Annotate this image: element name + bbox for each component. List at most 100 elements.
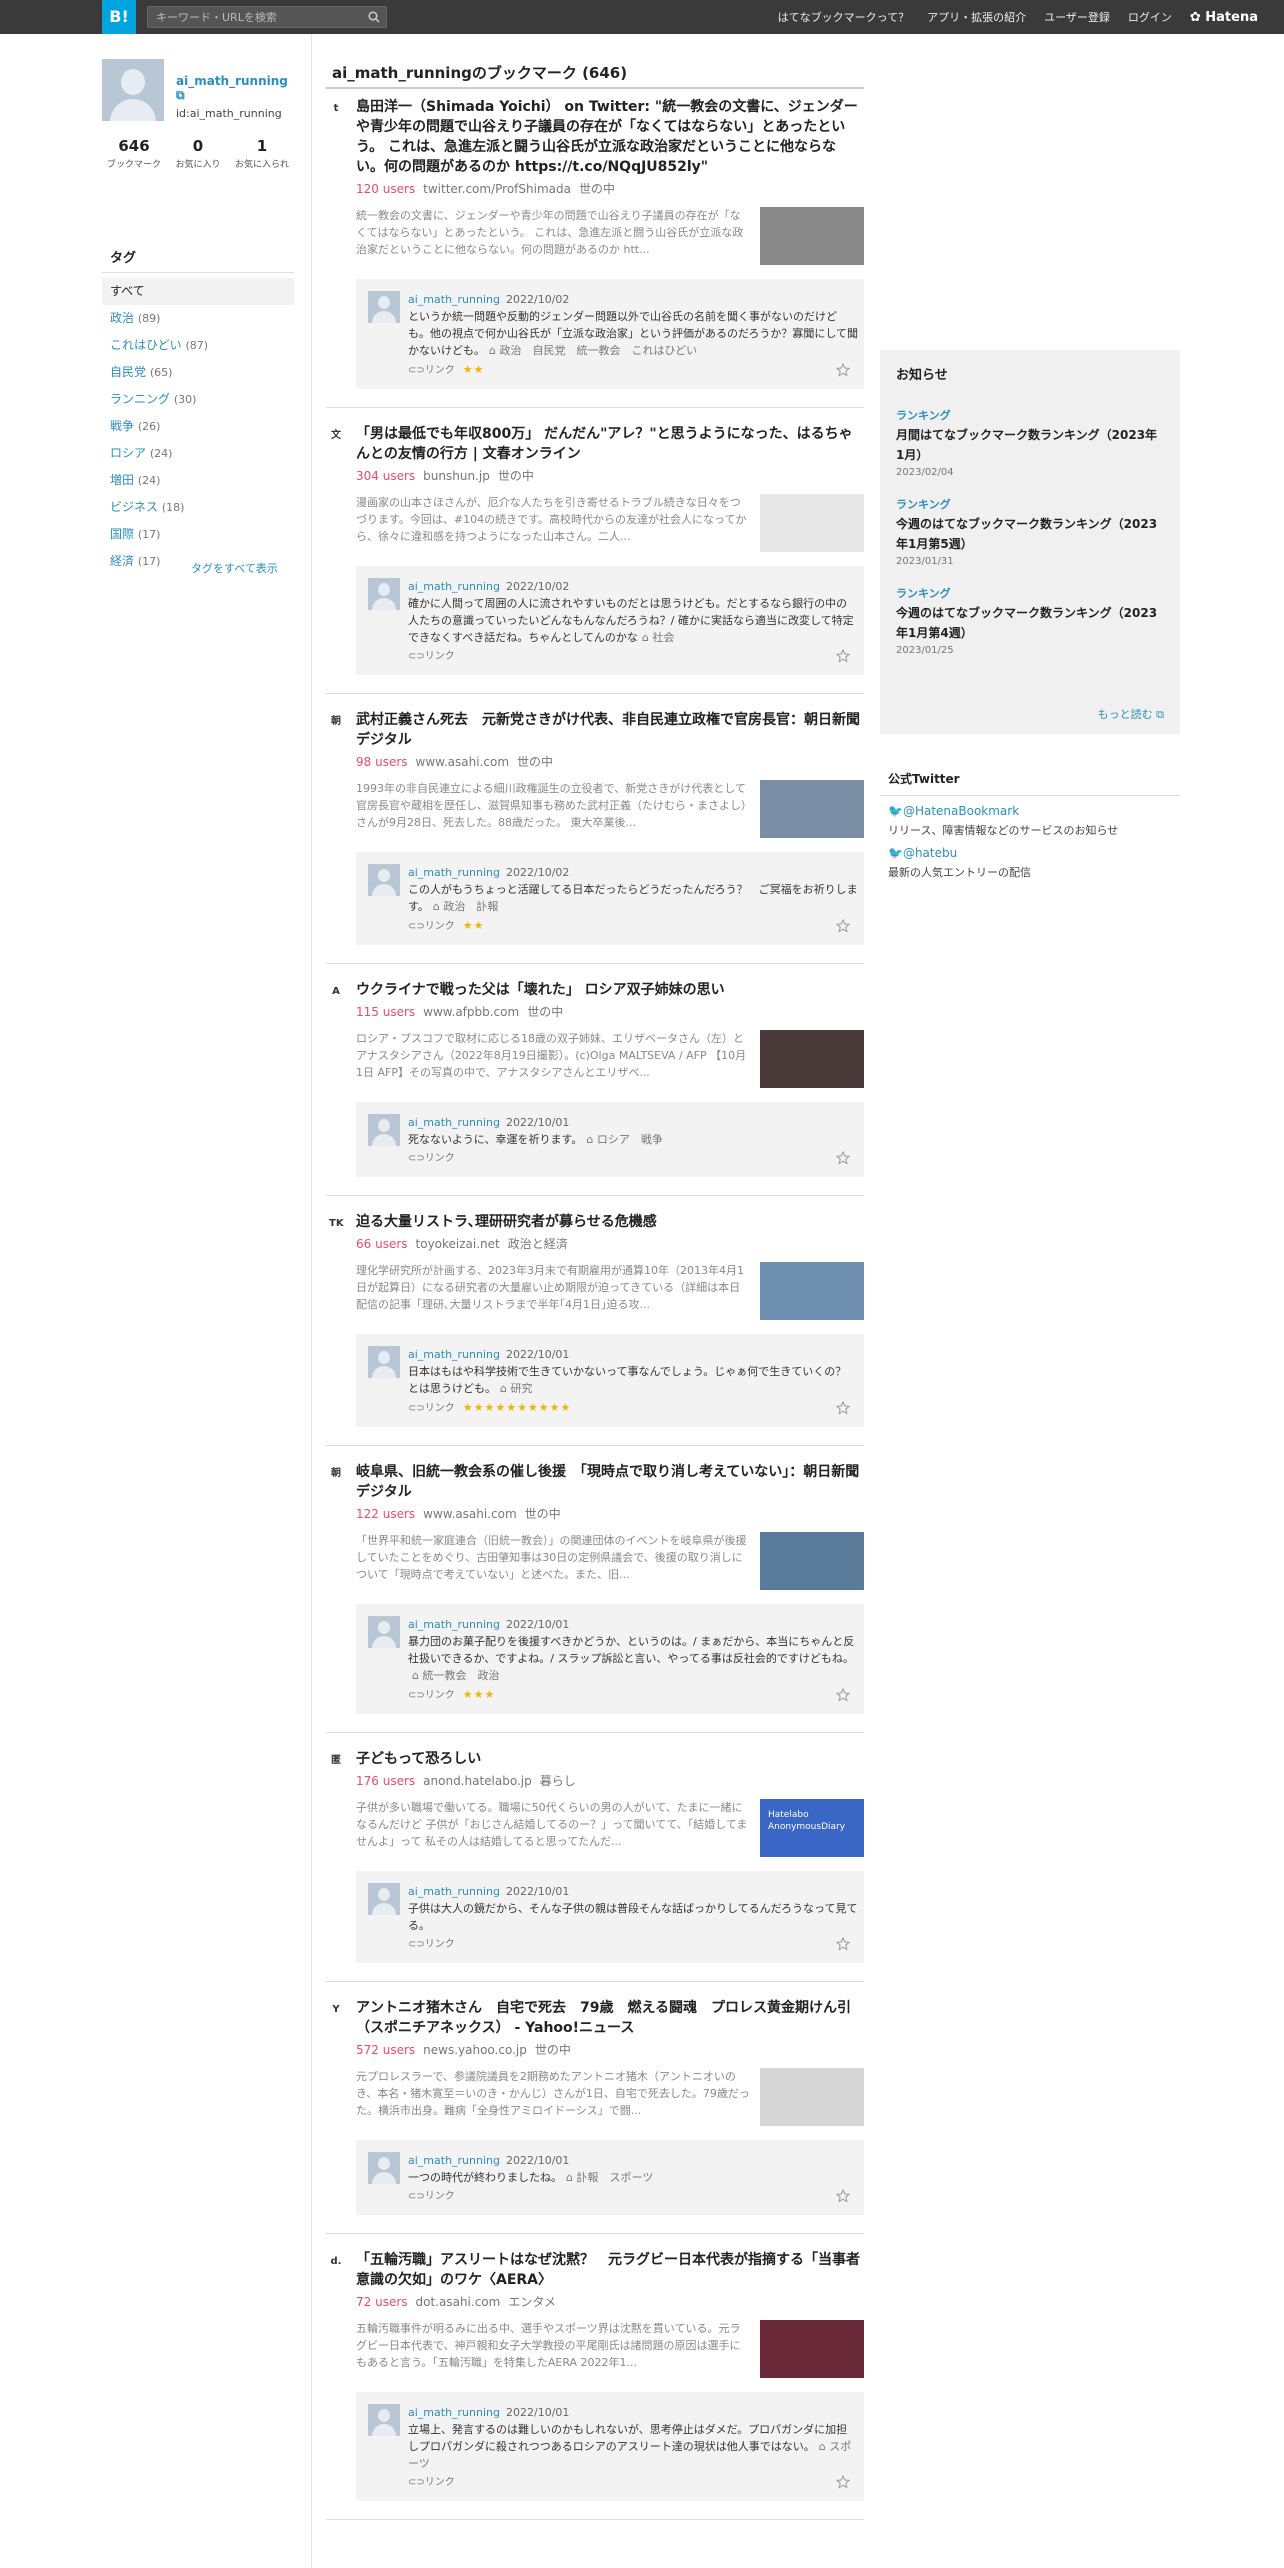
- tag-link[interactable]: ビジネス: [110, 500, 158, 514]
- bookmark-user[interactable]: ai_math_running: [408, 1618, 500, 1631]
- avatar[interactable]: [368, 578, 400, 610]
- entry-users[interactable]: 115 users: [356, 1005, 415, 1019]
- search-icon[interactable]: [368, 11, 380, 23]
- avatar[interactable]: [368, 864, 400, 896]
- tag-item[interactable]: 自民党 (65): [102, 359, 294, 386]
- add-star-icon[interactable]: [836, 919, 850, 933]
- bookmark-date[interactable]: 2022/10/02: [506, 580, 569, 593]
- entry-thumbnail[interactable]: Hatelabo AnonymousDiary: [760, 1799, 864, 1857]
- search-input[interactable]: [148, 7, 348, 27]
- news-more-label[interactable]: もっと読む: [1098, 708, 1153, 721]
- news-category[interactable]: ランキング: [896, 585, 1164, 601]
- bookmark-tags-text[interactable]: 社会: [652, 631, 674, 644]
- entry-domain[interactable]: www.asahi.com: [423, 1507, 517, 1521]
- entry-thumbnail[interactable]: [760, 1030, 864, 1088]
- entry-thumbnail[interactable]: [760, 780, 864, 838]
- entry-thumbnail[interactable]: [760, 1532, 864, 1590]
- star-rating[interactable]: ★★: [463, 919, 485, 932]
- tag-item[interactable]: ビジネス (18): [102, 494, 294, 521]
- tag-item[interactable]: これはひどい (87): [102, 332, 294, 359]
- link-label[interactable]: リンク: [425, 921, 455, 932]
- add-star-icon[interactable]: [836, 2475, 850, 2489]
- bookmark-date[interactable]: 2022/10/01: [506, 1885, 569, 1898]
- tag-item[interactable]: 政治 (89): [102, 305, 294, 332]
- bookmark-user[interactable]: ai_math_running: [408, 2406, 500, 2419]
- entry-users[interactable]: 304 users: [356, 469, 415, 483]
- entry-category[interactable]: 世の中: [527, 1005, 563, 1019]
- star-rating[interactable]: ★★★★★★★★★★: [463, 1401, 572, 1414]
- link-label[interactable]: リンク: [425, 2477, 455, 2488]
- hatena-bookmark-logo[interactable]: B!: [102, 0, 136, 34]
- bookmark-user[interactable]: ai_math_running: [408, 2154, 500, 2167]
- entry-title[interactable]: 島田洋一（Shimada Yoichi） on Twitter: "統一教会の文…: [356, 97, 864, 177]
- entry-users[interactable]: 120 users: [356, 182, 415, 196]
- tag-link[interactable]: 国際: [110, 527, 134, 541]
- entry-domain[interactable]: twitter.com/ProfShimada: [423, 182, 571, 196]
- news-category[interactable]: ランキング: [896, 407, 1164, 423]
- twitter-handle[interactable]: @HatenaBookmark: [903, 804, 1019, 818]
- entry-title[interactable]: アントニオ猪木さん 自宅で死去 79歳 燃える闘魂 プロレス黄金期けん引（スポニ…: [356, 1998, 864, 2038]
- bookmark-tags-text[interactable]: 訃報 スポーツ: [576, 2171, 653, 2184]
- bookmark-date[interactable]: 2022/10/02: [506, 866, 569, 879]
- entry-users[interactable]: 572 users: [356, 2043, 415, 2057]
- tag-link[interactable]: 政治: [110, 311, 134, 325]
- bookmark-tags[interactable]: ⌂ ロシア 戦争: [586, 1133, 662, 1146]
- link-label[interactable]: リンク: [425, 2191, 455, 2202]
- nav-register[interactable]: ユーザー登録: [1044, 9, 1110, 25]
- twitter-handle-link[interactable]: 🐦@HatenaBookmark: [888, 804, 1172, 818]
- entry-domain[interactable]: bunshun.jp: [423, 469, 490, 483]
- bookmark-user[interactable]: ai_math_running: [408, 580, 500, 593]
- bookmark-date[interactable]: 2022/10/01: [506, 2406, 569, 2419]
- entry-domain[interactable]: news.yahoo.co.jp: [423, 2043, 527, 2057]
- tag-link[interactable]: 経済: [110, 554, 134, 568]
- bookmark-date[interactable]: 2022/10/01: [506, 1116, 569, 1129]
- link-button[interactable]: ⊂⊃リンク: [408, 1936, 852, 1953]
- entry-title[interactable]: 「男は最低でも年収800万」 だんだん"アレ？"と思うようになった、はるちゃんと…: [356, 424, 864, 464]
- link-label[interactable]: リンク: [425, 1403, 455, 1414]
- tag-link[interactable]: 自民党: [110, 365, 146, 379]
- tag-link[interactable]: ロシア: [110, 446, 146, 460]
- entry-users[interactable]: 66 users: [356, 1237, 408, 1251]
- entry-title[interactable]: 岐阜県、旧統一教会系の催し後援 「現時点で取り消し考えていない」：朝日新聞デジタ…: [356, 1462, 864, 1502]
- bookmark-user[interactable]: ai_math_running: [408, 1885, 500, 1898]
- bookmark-tags[interactable]: ⌂ 訃報 スポーツ: [566, 2171, 653, 2184]
- entry-title[interactable]: 子どもって恐ろしい: [356, 1749, 864, 1769]
- add-star-icon[interactable]: [836, 1151, 850, 1165]
- nav-login[interactable]: ログイン: [1128, 9, 1172, 25]
- stat-bookmarks[interactable]: 646 ブックマーク: [102, 137, 166, 170]
- link-label[interactable]: リンク: [425, 1939, 455, 1950]
- bookmark-date[interactable]: 2022/10/01: [506, 1348, 569, 1361]
- news-more-link[interactable]: もっと読む ⧉: [1098, 706, 1164, 722]
- bookmark-user[interactable]: ai_math_running: [408, 293, 500, 306]
- entry-users[interactable]: 98 users: [356, 755, 408, 769]
- news-item[interactable]: ランキング 今週のはてなブックマーク数ランキング（2023年1月第5週） 2023/…: [896, 496, 1164, 567]
- news-title[interactable]: 月間はてなブックマーク数ランキング（2023年1月）: [896, 425, 1164, 465]
- tag-item[interactable]: 国際 (17): [102, 521, 294, 548]
- hatena-brand-link[interactable]: ✿ Hatena: [1190, 10, 1258, 25]
- entry-users[interactable]: 72 users: [356, 2295, 408, 2309]
- link-button[interactable]: ⊂⊃リンク ★★: [408, 361, 852, 379]
- bookmark-tags-text[interactable]: 政治 訃報: [443, 900, 498, 913]
- entry-domain[interactable]: www.asahi.com: [416, 755, 510, 769]
- link-button[interactable]: ⊂⊃リンク ★★★: [408, 1686, 852, 1704]
- bookmark-tags[interactable]: ⌂ 政治 自民党 統一教会 これはひどい: [489, 344, 697, 357]
- bookmark-tags-text[interactable]: 統一教会 政治: [422, 1669, 499, 1682]
- tag-link[interactable]: 戦争: [110, 419, 134, 433]
- star-rating[interactable]: ★★★: [463, 1688, 496, 1701]
- entry-domain[interactable]: toyokeizai.net: [416, 1237, 500, 1251]
- tag-link[interactable]: ランニング: [110, 392, 170, 406]
- tag-item[interactable]: ロシア (24): [102, 440, 294, 467]
- entry-category[interactable]: 世の中: [535, 2043, 571, 2057]
- entry-category[interactable]: 世の中: [498, 469, 534, 483]
- avatar[interactable]: [368, 1883, 400, 1915]
- bookmark-date[interactable]: 2022/10/01: [506, 2154, 569, 2167]
- entry-domain[interactable]: www.afpbb.com: [423, 1005, 519, 1019]
- profile-name-label[interactable]: ai_math_running: [176, 74, 288, 88]
- bookmark-tags[interactable]: ⌂ 社会: [642, 631, 674, 644]
- bookmark-tags-text[interactable]: 政治 自民党 統一教会 これはひどい: [499, 344, 697, 357]
- profile-name[interactable]: ai_math_running ⧉: [176, 59, 294, 103]
- link-button[interactable]: ⊂⊃リンク: [408, 2188, 852, 2205]
- tag-item[interactable]: 増田 (24): [102, 467, 294, 494]
- entry-thumbnail[interactable]: [760, 207, 864, 265]
- nav-about[interactable]: はてなブックマークって？: [778, 9, 909, 25]
